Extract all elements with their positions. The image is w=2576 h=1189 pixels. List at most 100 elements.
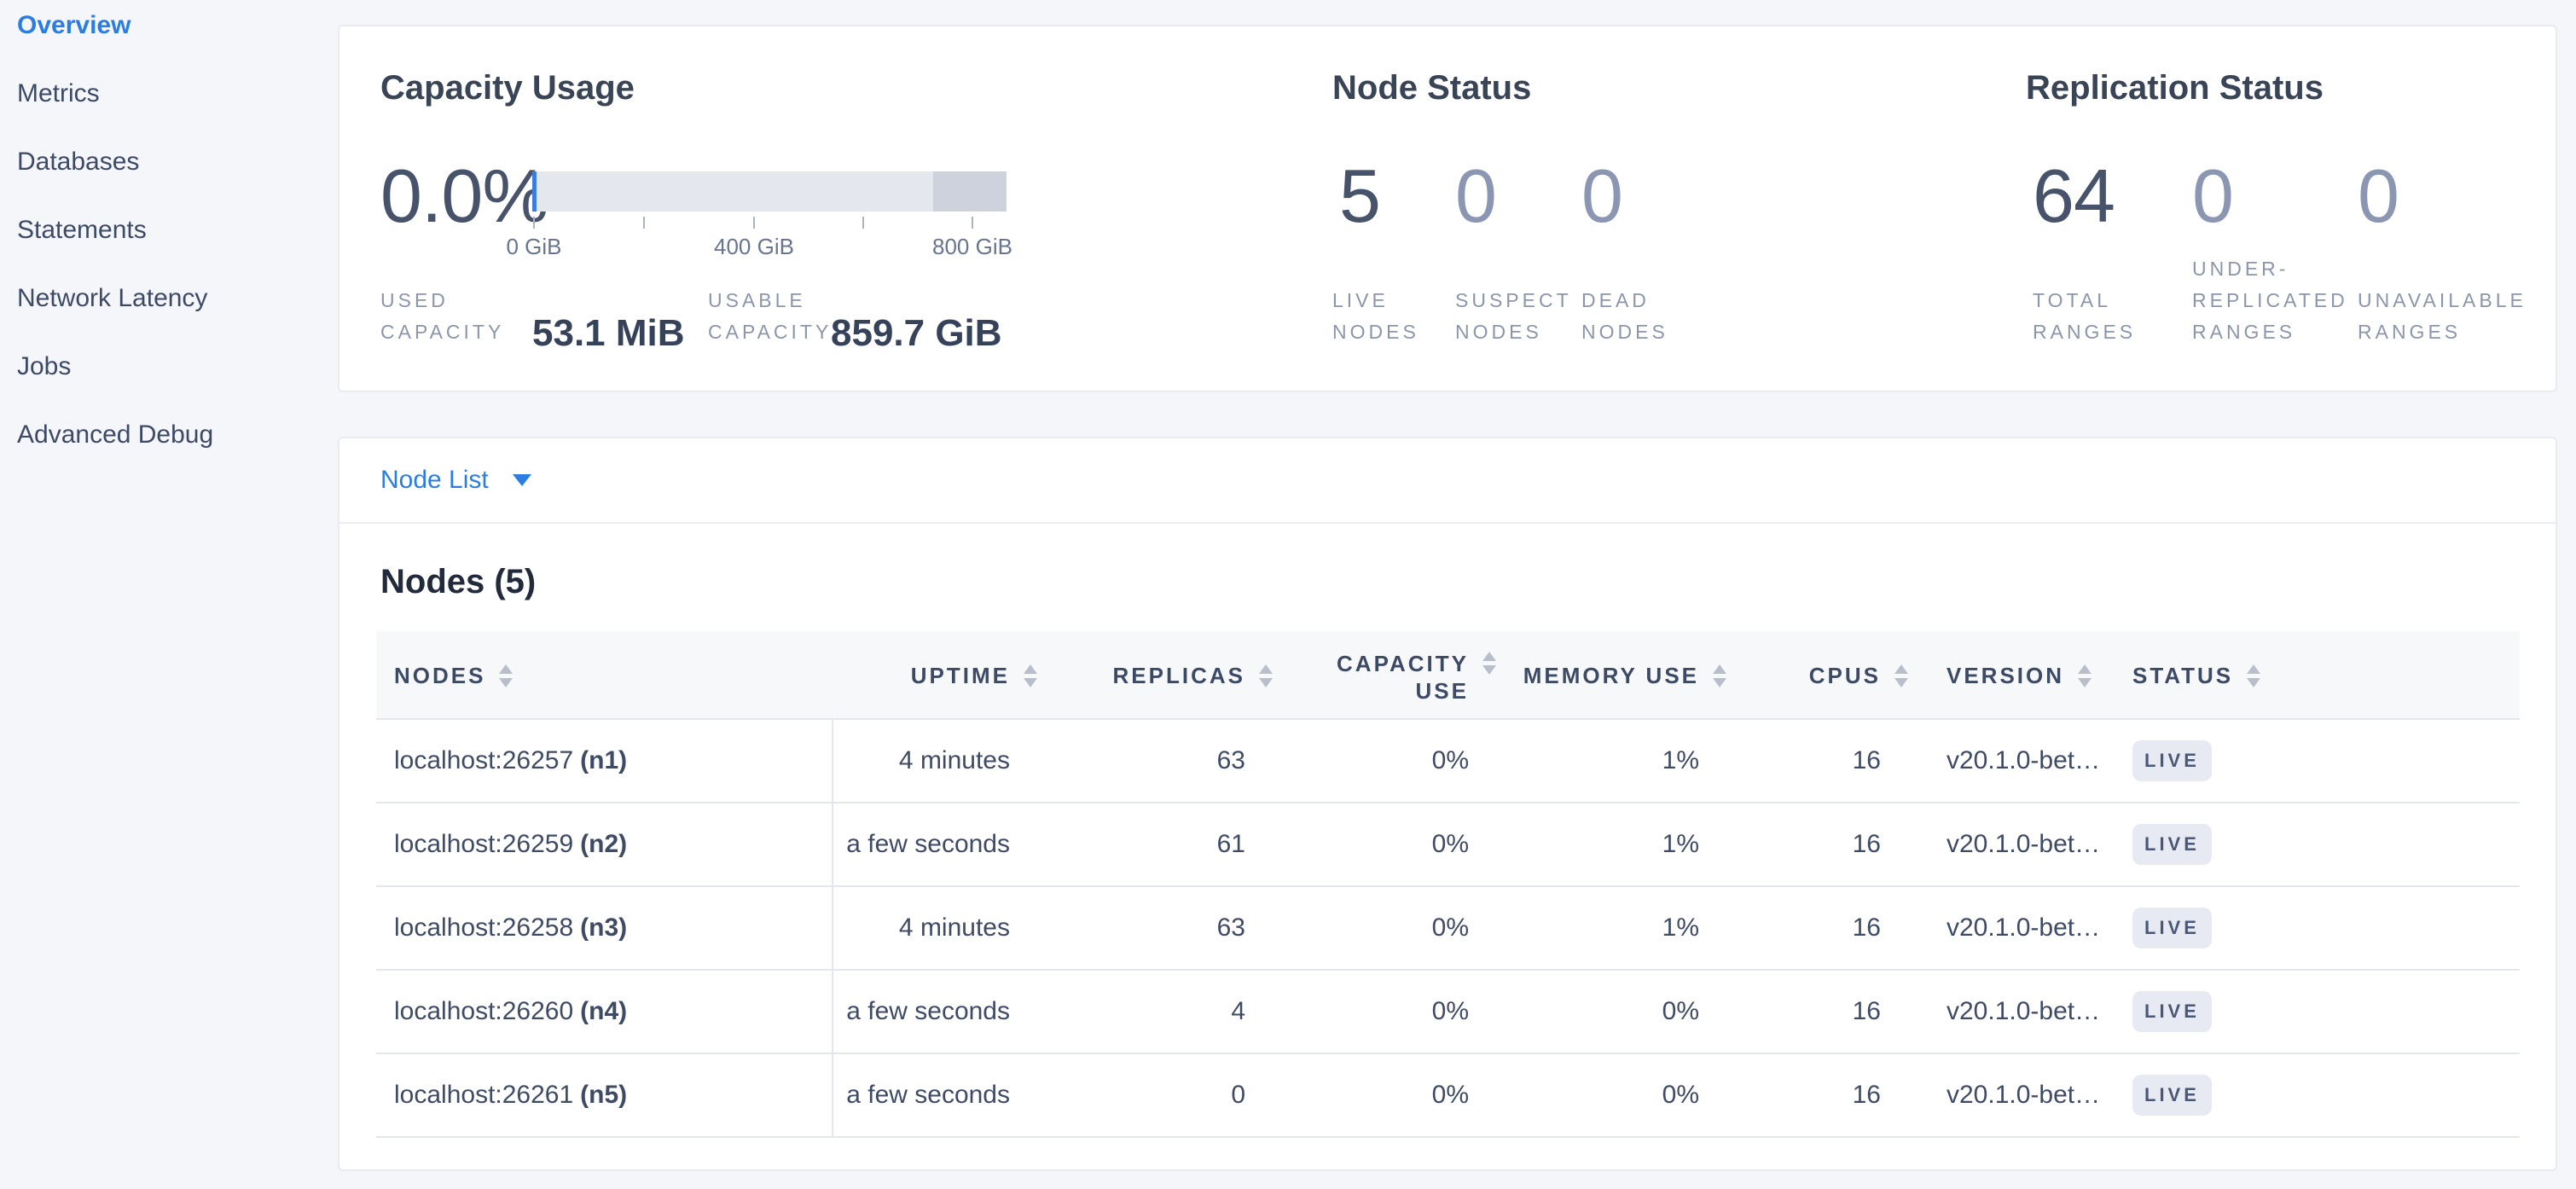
cpus-cell: 16 bbox=[1668, 803, 1881, 885]
capacity-use-cell: 0% bbox=[1213, 803, 1469, 885]
node-address: localhost:26260 bbox=[394, 997, 573, 1026]
column-header-replicas[interactable]: REPLICAS bbox=[1113, 631, 1273, 720]
table-row-node-2[interactable]: localhost:26259(n2) a few seconds 61 0% … bbox=[376, 803, 2520, 887]
column-header-cpus[interactable]: CPUS bbox=[1809, 631, 1908, 720]
status-cell: LIVE bbox=[2132, 1054, 2212, 1136]
nodes-table-header: NODES UPTIME REPLICAS CAPACITY USE MEMOR… bbox=[376, 631, 2520, 720]
node-address: localhost:26259 bbox=[394, 830, 573, 859]
axis-tick-label: 800 GiB bbox=[904, 234, 1041, 260]
cpus-cell: 16 bbox=[1668, 971, 1881, 1053]
memory-use-cell: 1% bbox=[1443, 803, 1699, 885]
status-cell: LIVE bbox=[2132, 720, 2212, 802]
node-id: (n1) bbox=[580, 746, 627, 775]
column-header-label: CAPACITY USE bbox=[1298, 650, 1469, 705]
chevron-down-icon bbox=[513, 474, 531, 486]
uptime-cell: a few seconds bbox=[669, 803, 1010, 885]
column-header-label: STATUS bbox=[2132, 663, 2233, 689]
table-row-node-1[interactable]: localhost:26257(n1) 4 minutes 63 0% 1% 1… bbox=[376, 720, 2520, 803]
column-header-label: VERSION bbox=[1947, 663, 2064, 689]
memory-use-cell: 0% bbox=[1443, 971, 1699, 1053]
sidebar-item-statements[interactable]: Statements bbox=[0, 196, 334, 264]
nodes-count-heading: Nodes (5) bbox=[380, 563, 536, 601]
capacity-use-cell: 0% bbox=[1213, 1054, 1469, 1136]
version-cell: v20.1.0-bet… bbox=[1947, 1054, 2100, 1136]
nodes-table-body: localhost:26257(n1) 4 minutes 63 0% 1% 1… bbox=[376, 720, 2520, 1138]
sidebar-item-label: Statements bbox=[17, 216, 147, 245]
node-address: localhost:26257 bbox=[394, 746, 573, 775]
column-header-nodes[interactable]: NODES bbox=[394, 631, 513, 720]
cpus-cell: 16 bbox=[1668, 1054, 1881, 1136]
sidebar-item-advanced-debug[interactable]: Advanced Debug bbox=[0, 401, 334, 469]
sidebar-item-databases[interactable]: Databases bbox=[0, 128, 334, 196]
used-capacity-label: USED CAPACITY bbox=[380, 285, 508, 348]
node-id: (n5) bbox=[580, 1081, 627, 1110]
axis-tick-label: 0 GiB bbox=[466, 234, 602, 260]
used-capacity-value: 53.1 MiB bbox=[532, 312, 685, 355]
cpus-cell: 16 bbox=[1668, 720, 1881, 802]
capacity-usage-title: Capacity Usage bbox=[380, 69, 635, 107]
node-id: (n2) bbox=[580, 830, 627, 859]
uptime-cell: a few seconds bbox=[669, 971, 1010, 1053]
cpus-cell: 16 bbox=[1668, 887, 1881, 969]
table-row-node-4[interactable]: localhost:26260(n4) a few seconds 4 0% 0… bbox=[376, 971, 2520, 1054]
live-nodes-label: LIVE NODES bbox=[1332, 285, 1460, 348]
table-row-node-3[interactable]: localhost:26258(n3) 4 minutes 63 0% 1% 1… bbox=[376, 887, 2520, 971]
sidebar-item-label: Metrics bbox=[17, 79, 100, 108]
unavailable-ranges-label: UNAVAILABLE RANGES bbox=[2358, 285, 2562, 348]
column-header-label: NODES bbox=[394, 663, 485, 689]
sidebar-item-label: Jobs bbox=[17, 352, 71, 381]
sidebar-item-overview[interactable]: Overview bbox=[0, 0, 334, 60]
column-header-uptime[interactable]: UPTIME bbox=[911, 631, 1037, 720]
column-header-status[interactable]: STATUS bbox=[2132, 631, 2260, 720]
status-badge: LIVE bbox=[2132, 908, 2212, 948]
status-cell: LIVE bbox=[2132, 971, 2212, 1053]
version-cell: v20.1.0-bet… bbox=[1947, 720, 2100, 802]
replicas-cell: 0 bbox=[989, 1054, 1245, 1136]
sort-icon bbox=[1024, 664, 1037, 687]
node-list-dropdown[interactable]: Node List bbox=[339, 438, 2556, 524]
total-ranges-label: TOTAL RANGES bbox=[2033, 285, 2161, 348]
status-cell: LIVE bbox=[2132, 803, 2212, 885]
sort-icon bbox=[2247, 664, 2260, 687]
capacity-usage-bar bbox=[532, 171, 1007, 212]
total-ranges-count: 64 bbox=[2033, 153, 2115, 240]
dead-nodes-label: DEAD NODES bbox=[1581, 285, 1709, 348]
node-address-cell[interactable]: localhost:26261(n5) bbox=[394, 1054, 627, 1136]
column-header-capacity-use[interactable]: CAPACITY USE bbox=[1298, 631, 1496, 720]
version-cell: v20.1.0-bet… bbox=[1947, 803, 2100, 885]
node-address-cell[interactable]: localhost:26258(n3) bbox=[394, 887, 627, 969]
axis-tick bbox=[972, 217, 973, 229]
node-address-cell[interactable]: localhost:26260(n4) bbox=[394, 971, 627, 1053]
column-header-memory-use[interactable]: MEMORY USE bbox=[1523, 631, 1726, 720]
column-header-version[interactable]: VERSION bbox=[1947, 631, 2092, 720]
node-address: localhost:26258 bbox=[394, 914, 573, 942]
column-header-label: MEMORY USE bbox=[1523, 663, 1699, 689]
replicas-cell: 63 bbox=[989, 887, 1245, 969]
cluster-summary-card: Capacity Usage 0.0% 0 GiB 400 GiB 800 Gi… bbox=[338, 25, 2557, 392]
capacity-use-cell: 0% bbox=[1213, 971, 1469, 1053]
status-badge: LIVE bbox=[2132, 991, 2212, 1032]
column-header-label: UPTIME bbox=[911, 663, 1010, 689]
memory-use-cell: 0% bbox=[1443, 1054, 1699, 1136]
node-id: (n3) bbox=[580, 914, 627, 942]
version-cell: v20.1.0-bet… bbox=[1947, 971, 2100, 1053]
sort-icon bbox=[1713, 664, 1726, 687]
nodes-table: NODES UPTIME REPLICAS CAPACITY USE MEMOR… bbox=[376, 631, 2520, 1138]
sort-icon bbox=[1482, 652, 1496, 675]
node-address-cell[interactable]: localhost:26257(n1) bbox=[394, 720, 627, 802]
node-list-card: Node List Nodes (5) NODES UPTIME REPLICA… bbox=[338, 437, 2557, 1171]
capacity-bar-provisioned-segment bbox=[933, 171, 1007, 212]
uptime-cell: a few seconds bbox=[669, 1054, 1010, 1136]
node-address-cell[interactable]: localhost:26259(n2) bbox=[394, 803, 627, 885]
sidebar-item-label: Databases bbox=[17, 148, 139, 177]
replicas-cell: 4 bbox=[989, 971, 1245, 1053]
sidebar-item-metrics[interactable]: Metrics bbox=[0, 60, 334, 128]
axis-tick bbox=[862, 217, 864, 229]
sort-icon bbox=[1894, 664, 1908, 687]
status-cell: LIVE bbox=[2132, 887, 2212, 969]
sidebar-item-network-latency[interactable]: Network Latency bbox=[0, 264, 334, 333]
table-row-node-5[interactable]: localhost:26261(n5) a few seconds 0 0% 0… bbox=[376, 1054, 2520, 1138]
sort-icon bbox=[2078, 664, 2092, 687]
sidebar-item-jobs[interactable]: Jobs bbox=[0, 333, 334, 401]
capacity-used-percent: 0.0% bbox=[380, 153, 548, 240]
